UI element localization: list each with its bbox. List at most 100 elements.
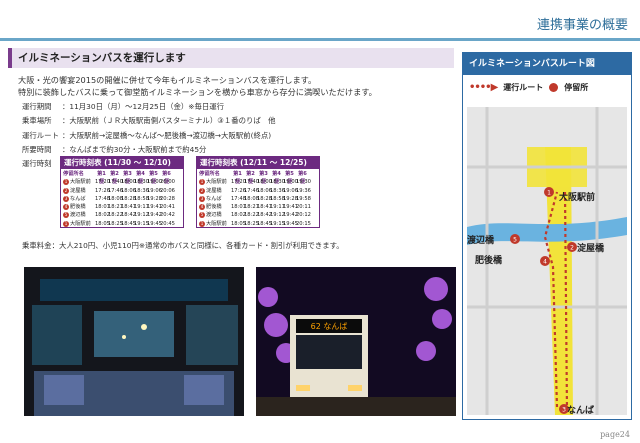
stop-number-badge: 5 [63,212,69,219]
bus-interior-photo [24,267,244,416]
timetable-cell: 19:42 [147,212,162,219]
route-legend-icon: ••••▶ [469,81,498,93]
timetable-cell: 18:28 [257,195,272,202]
timetable-cell: 18:41 [121,204,136,211]
stop-number-badge: 2 [63,187,69,194]
timetable-row: 4 肥後橋 18:01 18:21 18:41 19:11 19:41 20:41 [63,203,181,211]
timetable-stop: 2 淀屋橋 [63,187,86,194]
timetable-cell: 19:12 [134,212,149,219]
timetable-row: 1 大阪駅前 17:20 17:40 18:00 18:30 19:00 20:00 [63,178,181,186]
timetable-cell: 18:05 [231,220,246,227]
timetable-header-cell: 第6便 [162,171,171,186]
timetable-cell: 20:06 [160,187,175,194]
timetable-grid: 停留所名 第1便 第2便 第3便 第4便 第5便 第6便 1 大阪駅前 17:20 17:40 18:… [61,169,183,229]
timetable-header-cell: 第1便 [233,171,242,186]
timetable-stop: 4 肥後橋 [199,204,222,211]
timetable-header-row: 停留所名 第1便 第2便 第3便 第4便 第5便 第6便 [63,170,181,186]
timetable-stop: 3 なんば [199,195,222,202]
timetable-cell: 18:06 [121,187,136,194]
intro-text: 大阪・光の饗宴2015の開催に併せて今年もイルミネーションバスを運行します。 特… [18,74,458,98]
timetable-cell: 18:30 [270,179,285,186]
timetable-cell: 19:00 [283,179,298,186]
timetable-cell: 18:58 [134,195,149,202]
timetable-cell: 19:15 [134,220,149,227]
timetable-header-cell: 第5便 [149,171,158,186]
timetable-cell: 18:45 [257,220,272,227]
timetable-row: 3 なんば 17:48 18:08 18:28 18:58 19:28 19:58 [199,195,317,203]
timetable-cell: 18:22 [108,212,123,219]
timetable-cell: 18:08 [108,195,123,202]
info-value: ：11月30日（月）～12月25日（金）※毎日運行 [62,102,225,111]
timetable-cell: 18:45 [121,220,136,227]
timetable-cell: 19:36 [296,187,311,194]
timetable-row: 1 大阪駅前 17:20 17:40 18:00 18:30 19:00 19:30 [199,178,317,186]
timetable-cell: 19:28 [147,195,162,202]
timetable-cell: 17:46 [244,187,259,194]
timetable-cell: 20:00 [160,179,175,186]
timetable-cell: 19:00 [147,179,162,186]
info-value: ：大阪駅前→淀屋橋～なんば～肥後橋→渡辺橋→大阪駅前(終点) [62,130,272,140]
timetable-cell: 17:20 [95,179,110,186]
stop-number-badge: 4 [199,204,205,211]
stop-label-4: 肥後橋 [475,256,503,266]
timetable-cell: 18:28 [121,195,136,202]
timetable-cell: 19:28 [283,195,298,202]
svg-text:3: 3 [562,407,566,414]
section-title: イルミネーションバスを運行します [8,48,454,68]
stop-number-badge: 4 [63,204,69,211]
timetable-header-cell: 第3便 [123,171,132,186]
timetable-cell: 18:01 [231,204,246,211]
timetable-row: 1 大阪駅前 18:05 18:25 18:45 19:15 19:45 20:15 [199,220,317,228]
page-number: page24 [600,430,630,439]
timetable-cell: 17:26 [95,187,110,194]
info-label: 所要時間 [22,144,52,154]
stop-label-5: 渡辺橋 [467,236,495,246]
timetable-cell: 20:42 [160,212,175,219]
timetable-cell: 20:41 [160,204,175,211]
timetable-grid: 停留所名 第1便 第2便 第3便 第4便 第5便 第6便 1 大阪駅前 17:20 17:40 18:… [197,169,319,229]
timetable-cell: 19:45 [147,220,162,227]
timetable-cell: 18:06 [257,187,272,194]
timetable-cell: 17:48 [231,195,246,202]
timetable-cell: 18:58 [270,195,285,202]
timetable-stop: 1 大阪駅前 [199,220,227,227]
info-label: 乗車場所 [22,116,52,126]
svg-text:2: 2 [570,245,574,252]
timetable-cell: 18:00 [257,179,272,186]
timetable-cell: 18:01 [95,204,110,211]
timetable-stop: 5 渡辺橋 [199,212,222,219]
timetable-cell: 18:21 [108,204,123,211]
timetable-stop: 3 なんば [63,195,86,202]
timetable-cell: 17:20 [231,179,246,186]
timetable-cell: 18:42 [121,212,136,219]
svg-text:5: 5 [513,237,517,244]
intro-line-1: 大阪・光の饗宴2015の開催に併せて今年もイルミネーションバスを運行します。 [18,75,317,85]
timetable-row: 4 肥後橋 18:01 18:21 18:41 19:11 19:41 20:11 [199,203,317,211]
timetable-cell: 18:02 [231,212,246,219]
stop-number-badge: 1 [199,220,205,227]
map-legend: ••••▶ 運行ルート 停留所 [463,75,631,99]
timetable-cell: 18:00 [121,179,136,186]
header-rule [0,38,640,41]
timetable-row: 2 淀屋橋 17:26 17:46 18:06 18:36 19:06 20:06 [63,187,181,195]
stop-number-badge: 1 [199,179,205,186]
info-row: 乗車場所 ：大阪駅前（ＪＲ大阪駅南側バスターミナル）③１番のりば 他 [22,114,276,128]
timetable-cell: 18:30 [134,179,149,186]
timetable-cell: 18:22 [244,212,259,219]
timetable-cell: 20:45 [160,220,175,227]
timetable-cell: 17:40 [244,179,259,186]
timetable-cell: 19:11 [134,204,149,211]
intro-line-2: 特別に装飾したバスに乗って御堂筋イルミネーションを横から車窓から存分に満喫いただ… [18,87,377,97]
timetable-title: 運行時刻表 (11/30 ～ 12/10) [61,157,183,169]
illuminated-bus-photo: 62 なんば [256,267,456,416]
timetable-row: 5 渡辺橋 18:02 18:22 18:42 19:12 19:42 20:12 [199,211,317,219]
timetable-cell: 19:30 [296,179,311,186]
stop-label-2: 淀屋橋 [577,244,605,254]
stop-legend-label: 停留所 [564,82,589,92]
stop-number-badge: 1 [63,179,69,186]
timetable-header-cell: 第6便 [298,171,307,186]
timetable-stop: 1 大阪駅前 [199,179,227,186]
timetable-cell: 18:02 [95,212,110,219]
stop-number-badge: 2 [199,187,205,194]
timetable-cell: 20:11 [296,204,311,211]
